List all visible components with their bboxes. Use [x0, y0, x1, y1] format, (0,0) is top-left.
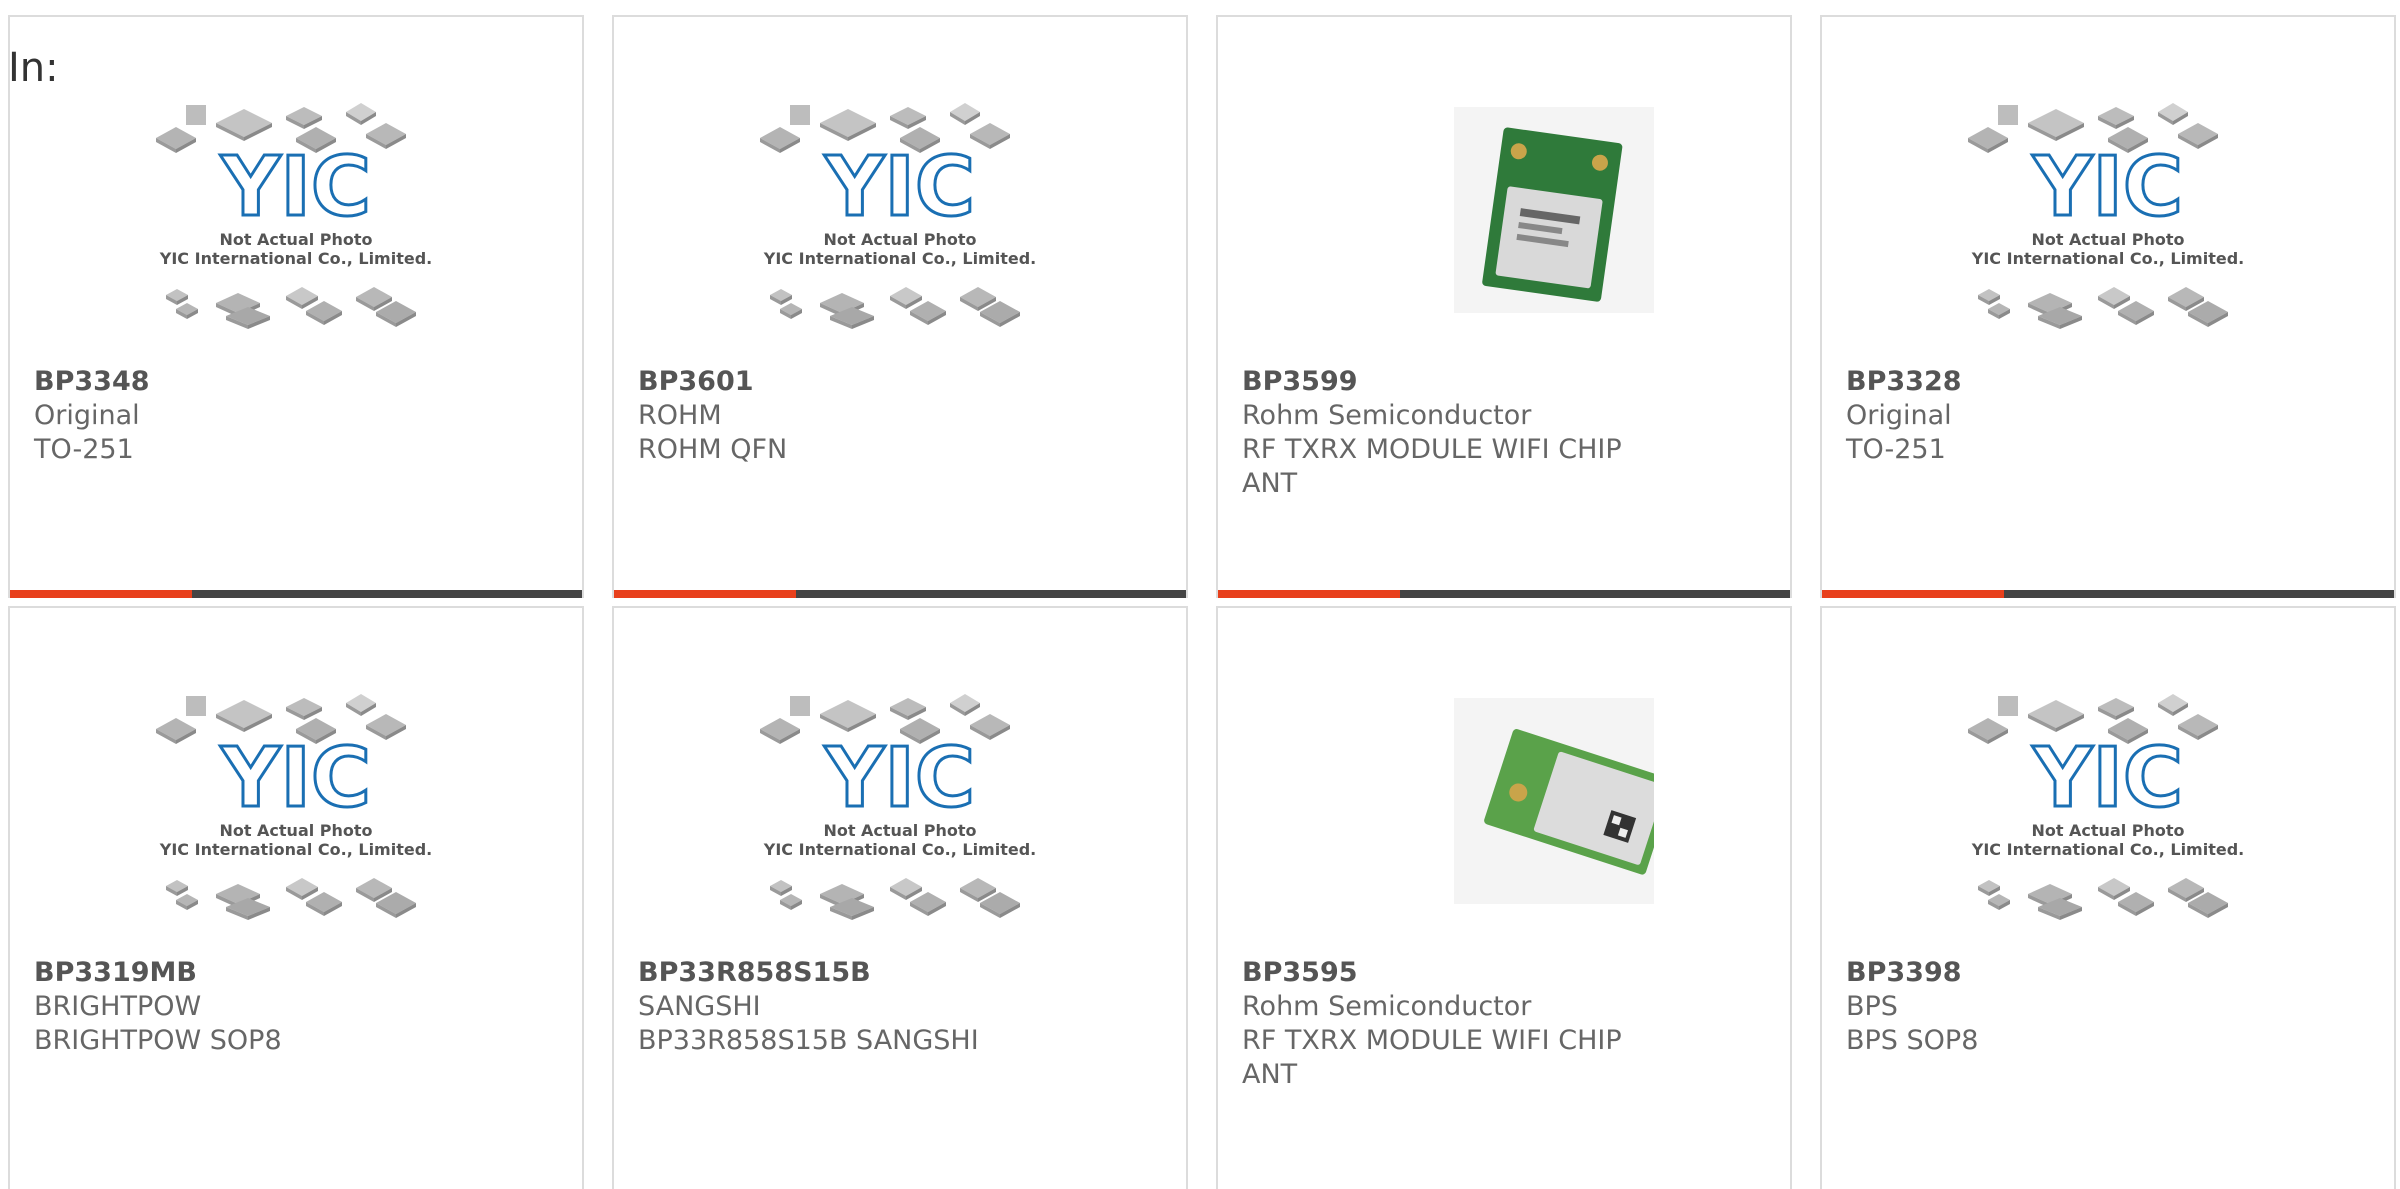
product-image[interactable] — [1354, 97, 1654, 337]
product-card[interactable]: YIC Not Actual Photo YIC International C… — [8, 15, 584, 598]
manufacturer: Rohm Semiconductor — [1242, 991, 1532, 1022]
yic-logo: YIC — [2032, 731, 2183, 826]
in-label: In: — [8, 45, 59, 91]
card-bottom-bar — [1822, 590, 2394, 598]
description: RF TXRX MODULE WIFI CHIP ANT — [1242, 434, 1622, 499]
accent-bar — [1218, 590, 1400, 598]
placeholder-line-2: YIC International Co., Limited. — [159, 249, 432, 268]
accent-bar — [10, 590, 192, 598]
product-image[interactable]: YIC Not Actual Photo YIC International C… — [750, 688, 1050, 928]
product-image[interactable] — [1354, 688, 1654, 928]
yic-logo: YIC — [2032, 140, 2183, 235]
yic-logo: YIC — [220, 731, 371, 826]
product-card[interactable]: YIC Not Actual Photo YIC International C… — [612, 15, 1188, 598]
yic-logo: YIC — [220, 140, 371, 235]
placeholder-line-2: YIC International Co., Limited. — [763, 840, 1036, 859]
card-bottom-bar — [614, 590, 1186, 598]
product-card[interactable]: YIC Not Actual Photo YIC International C… — [612, 606, 1188, 1189]
placeholder-line-1: Not Actual Photo — [823, 230, 976, 249]
description: TO-251 — [34, 434, 134, 465]
description: ROHM QFN — [638, 434, 788, 465]
description: BP33R858S15B SANGSHI — [638, 1025, 979, 1056]
placeholder-line-2: YIC International Co., Limited. — [1971, 249, 2244, 268]
product-card[interactable]: YIC Not Actual Photo YIC International C… — [1820, 606, 2396, 1189]
card-bottom-bar — [10, 590, 582, 598]
placeholder-line-2: YIC International Co., Limited. — [1971, 840, 2244, 859]
product-image[interactable]: YIC Not Actual Photo YIC International C… — [1958, 688, 2258, 928]
part-number[interactable]: BP3595 — [1242, 956, 1766, 990]
description: BPS SOP8 — [1846, 1025, 1979, 1056]
product-image[interactable]: YIC Not Actual Photo YIC International C… — [750, 97, 1050, 337]
product-image[interactable]: YIC Not Actual Photo YIC International C… — [146, 688, 446, 928]
manufacturer: Rohm Semiconductor — [1242, 400, 1532, 431]
accent-bar — [1822, 590, 2004, 598]
manufacturer: ROHM — [638, 400, 722, 431]
product-image[interactable]: YIC Not Actual Photo YIC International C… — [146, 97, 446, 337]
placeholder-line-2: YIC International Co., Limited. — [159, 840, 432, 859]
product-card[interactable]: BP3595 Rohm Semiconductor RF TXRX MODULE… — [1216, 606, 1792, 1189]
yic-logo: YIC — [824, 731, 975, 826]
product-image[interactable]: YIC Not Actual Photo YIC International C… — [1958, 97, 2258, 337]
product-card[interactable]: YIC Not Actual Photo YIC International C… — [8, 606, 584, 1189]
part-number[interactable]: BP3601 — [638, 365, 1162, 399]
placeholder-line-1: Not Actual Photo — [219, 230, 372, 249]
description: RF TXRX MODULE WIFI CHIP ANT — [1242, 1025, 1622, 1090]
part-number[interactable]: BP3328 — [1846, 365, 2370, 399]
manufacturer: SANGSHI — [638, 991, 761, 1022]
manufacturer: Original — [1846, 400, 1952, 431]
product-card[interactable]: BP3599 Rohm Semiconductor RF TXRX MODULE… — [1216, 15, 1792, 598]
part-number[interactable]: BP3398 — [1846, 956, 2370, 990]
placeholder-line-2: YIC International Co., Limited. — [763, 249, 1036, 268]
accent-bar — [614, 590, 796, 598]
manufacturer: BPS — [1846, 991, 1898, 1022]
part-number[interactable]: BP3348 — [34, 365, 558, 399]
part-number[interactable]: BP33R858S15B — [638, 956, 1162, 990]
part-number[interactable]: BP3319MB — [34, 956, 558, 990]
manufacturer: BRIGHTPOW — [34, 991, 202, 1022]
product-card[interactable]: YIC Not Actual Photo YIC International C… — [1820, 15, 2396, 598]
placeholder-line-1: Not Actual Photo — [2031, 821, 2184, 840]
description: BRIGHTPOW SOP8 — [34, 1025, 282, 1056]
part-number[interactable]: BP3599 — [1242, 365, 1766, 399]
placeholder-line-1: Not Actual Photo — [219, 821, 372, 840]
description: TO-251 — [1846, 434, 1946, 465]
placeholder-line-1: Not Actual Photo — [823, 821, 976, 840]
placeholder-line-1: Not Actual Photo — [2031, 230, 2184, 249]
card-bottom-bar — [1218, 590, 1790, 598]
yic-logo: YIC — [824, 140, 975, 235]
manufacturer: Original — [34, 400, 140, 431]
